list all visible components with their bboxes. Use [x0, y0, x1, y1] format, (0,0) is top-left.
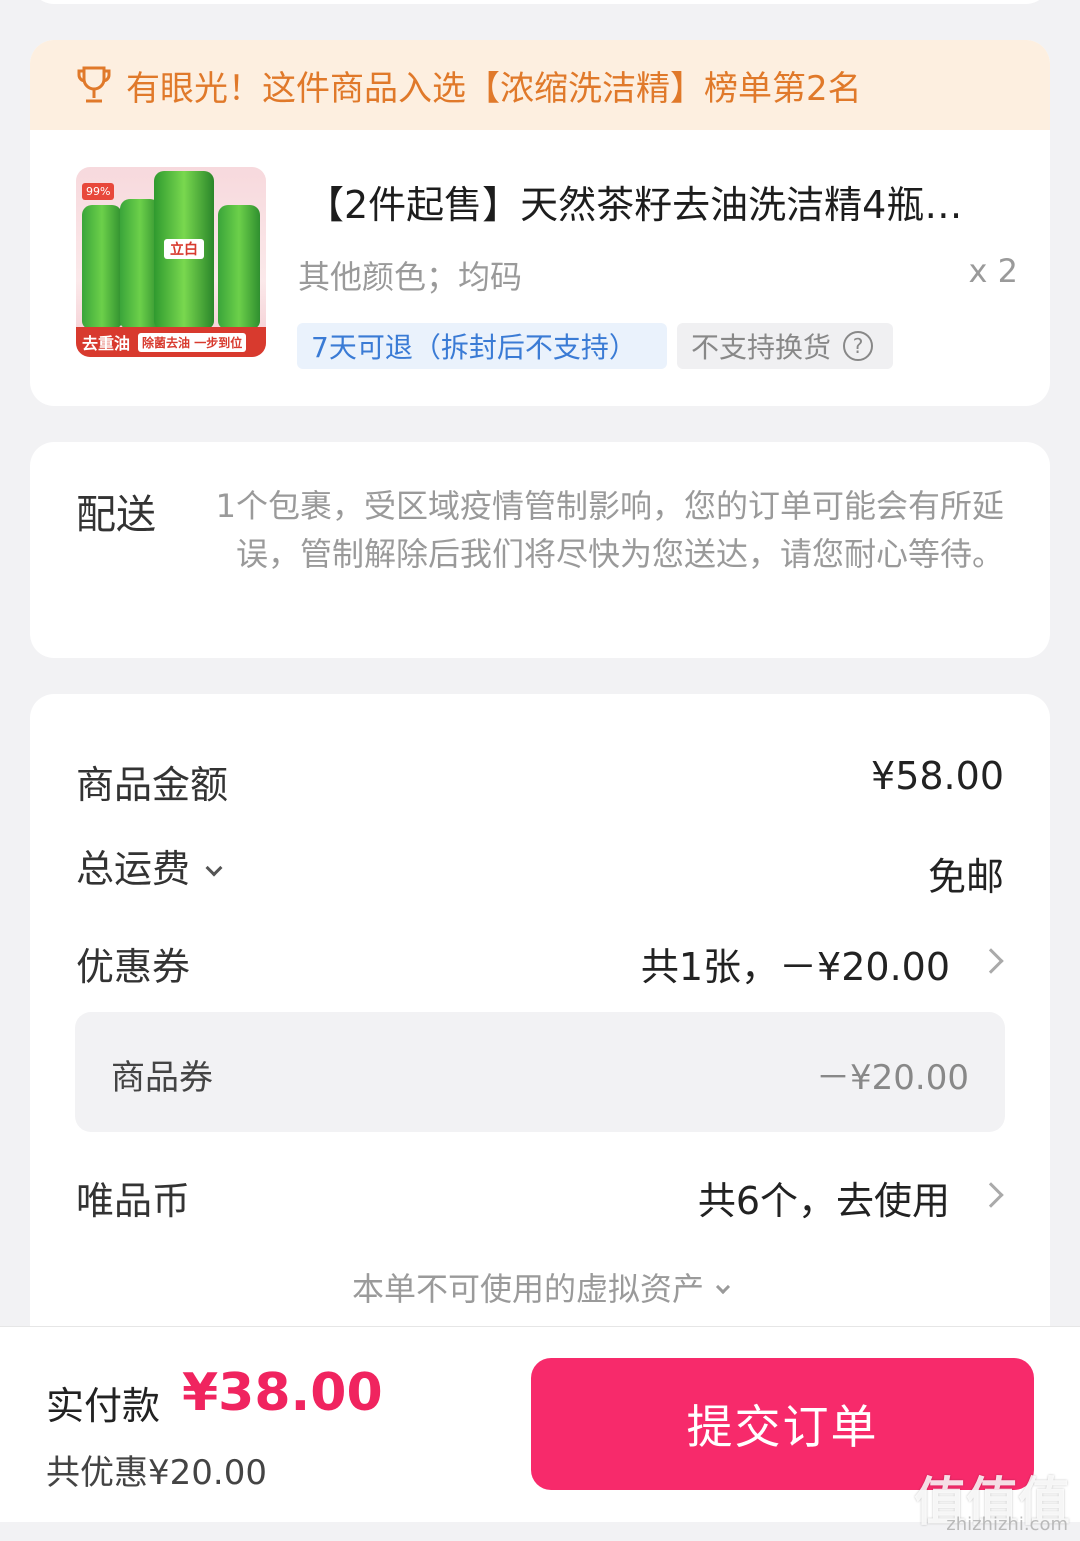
chevron-down-icon: [715, 1279, 731, 1295]
chevron-right-icon[interactable]: [978, 948, 1004, 974]
ranking-banner[interactable]: 有眼光！这件商品入选【浓缩洗洁精】榜单第2名: [30, 40, 1050, 130]
ribbon-text: 去重油: [82, 334, 131, 353]
price-summary-card: 商品金额 ¥58.00 总运费 免邮 优惠券 共1张，－¥20.00 商品券 －…: [30, 694, 1050, 1394]
image-brand: 立白: [164, 239, 204, 259]
exchange-policy-tag[interactable]: 不支持换货 ?: [677, 323, 893, 369]
coupon-value[interactable]: 共1张，－¥20.00: [641, 936, 950, 991]
pay-amount: ¥38.00: [182, 1363, 383, 1423]
shipping-value: 免邮: [927, 855, 1004, 899]
goods-amount-label: 商品金额: [76, 763, 229, 807]
coins-value[interactable]: 共6个，去使用: [698, 1170, 950, 1225]
chevron-right-icon[interactable]: [978, 1182, 1004, 1208]
ranking-text: 有眼光！这件商品入选【浓缩洗洁精】榜单第2名: [126, 68, 862, 109]
bottle-shape: [218, 205, 260, 329]
help-icon[interactable]: ?: [843, 331, 874, 361]
trophy-icon: [77, 66, 111, 103]
product-card: 有眼光！这件商品入选【浓缩洗洁精】榜单第2名 99% 立白 去重油 除菌去油 一…: [30, 40, 1050, 406]
coupon-detail-label: 商品券: [111, 1058, 213, 1098]
return-policy-text: 7天可退（拆封后不支持）: [311, 331, 637, 364]
watermark-url: zhizhizhi.com: [946, 1514, 1068, 1535]
product-spec: 其他颜色；均码: [298, 258, 523, 296]
chevron-down-icon: [205, 859, 223, 877]
shipping-row[interactable]: 总运费: [76, 838, 223, 893]
order-confirm-page: 有眼光！这件商品入选【浓缩洗洁精】榜单第2名 99% 立白 去重油 除菌去油 一…: [0, 0, 1080, 1541]
goods-amount-value: ¥58.00: [871, 754, 1004, 798]
bottle-shape: [82, 205, 122, 329]
product-item[interactable]: 99% 立白 去重油 除菌去油 一步到位 【2件起售】天然茶籽去油洗洁精4瓶… …: [30, 130, 1050, 406]
coins-label: 唯品币: [76, 1179, 191, 1223]
delivery-notice: 1个包裹，受区域疫情管制影响，您的订单可能会有所延误，管制解除后我们将尽快为您送…: [215, 487, 1004, 573]
exchange-policy-text: 不支持换货: [691, 331, 832, 364]
pay-label: 实付款: [46, 1384, 161, 1428]
coupon-detail-value: －¥20.00: [816, 1058, 969, 1098]
image-ribbon: 去重油 除菌去油 一步到位: [76, 327, 266, 357]
product-title[interactable]: 【2件起售】天然茶籽去油洗洁精4瓶…: [306, 174, 1026, 229]
shipping-label: 总运费: [76, 847, 191, 891]
product-quantity: x 2: [968, 252, 1018, 290]
delivery-label: 配送: [76, 492, 156, 538]
return-policy-tag: 7天可退（拆封后不支持）: [297, 323, 667, 369]
delivery-card: 配送 1个包裹，受区域疫情管制影响，您的订单可能会有所延误，管制解除后我们将尽快…: [30, 442, 1050, 658]
ribbon-subtext: 除菌去油 一步到位: [138, 332, 247, 352]
virtual-assets-text: 本单不可使用的虚拟资产: [351, 1270, 704, 1308]
virtual-assets-toggle[interactable]: 本单不可使用的虚拟资产: [30, 1264, 1050, 1310]
product-image[interactable]: 99% 立白 去重油 除菌去油 一步到位: [76, 167, 266, 357]
image-badge: 99%: [82, 183, 115, 200]
discount-total: 共优惠¥20.00: [46, 1453, 267, 1493]
coupon-label: 优惠券: [76, 945, 191, 989]
coupon-detail-box: 商品券 －¥20.00: [75, 1012, 1005, 1132]
previous-card-edge: [30, 0, 1050, 4]
